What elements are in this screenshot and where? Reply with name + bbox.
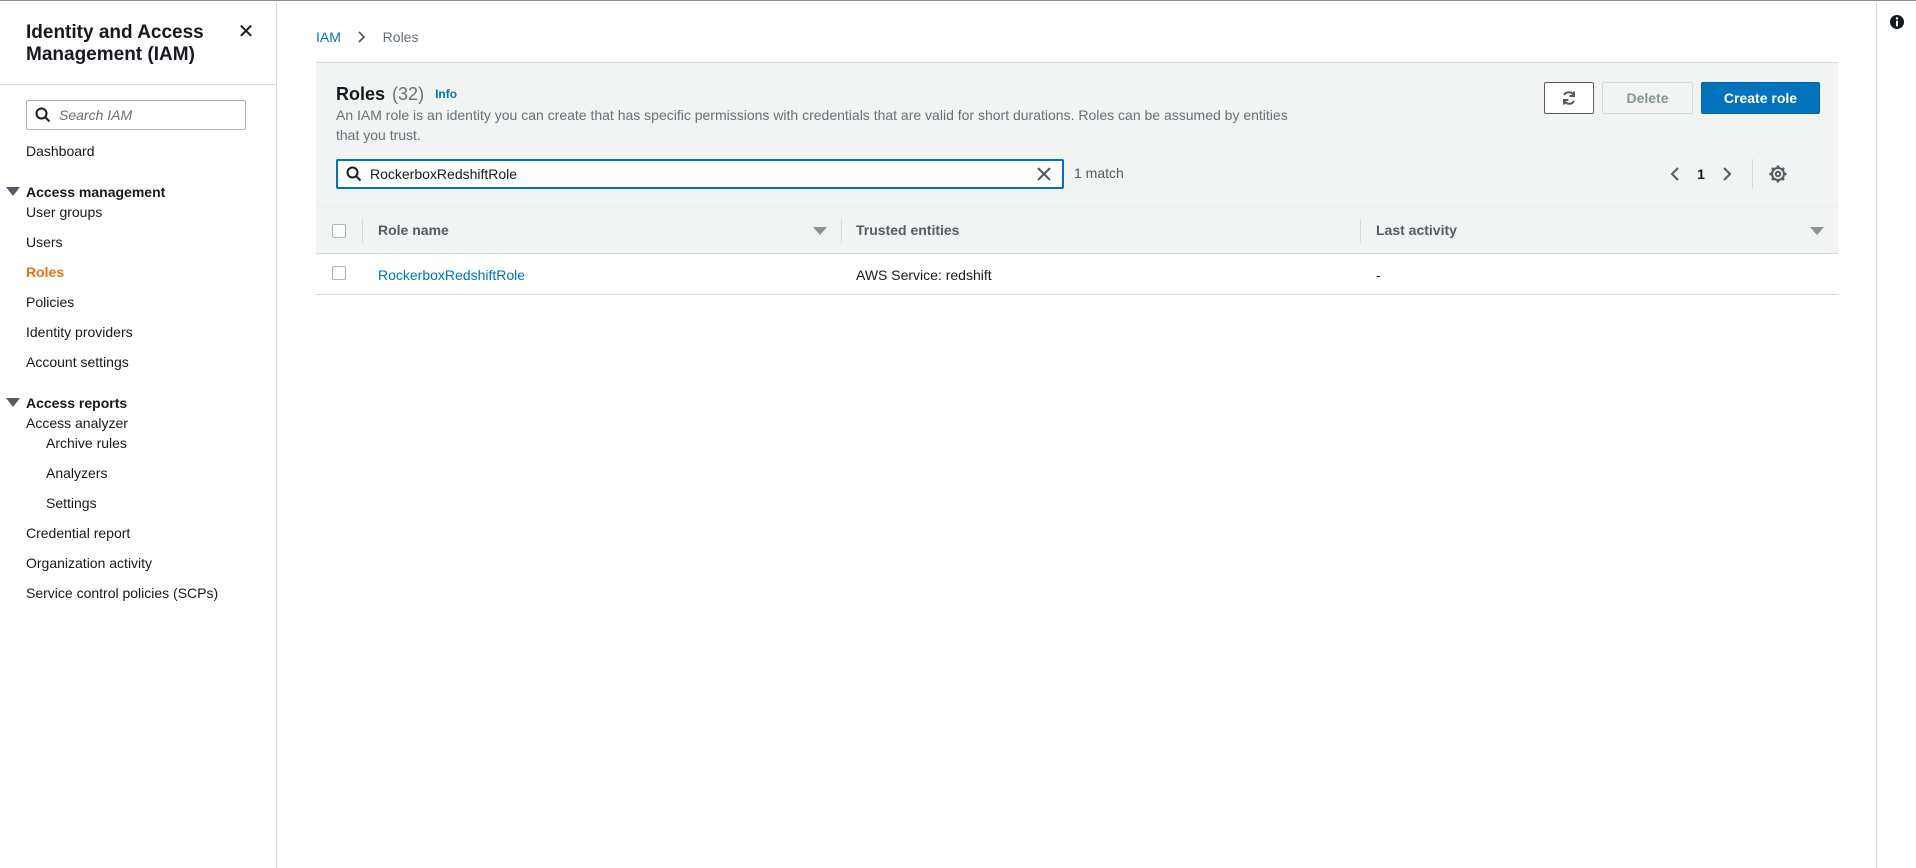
- sidebar: Identity and Access Management (IAM) ✕ D…: [0, 2, 277, 868]
- create-role-button[interactable]: Create role: [1701, 82, 1820, 114]
- divider: [1752, 159, 1753, 189]
- sidebar-item-archive-rules[interactable]: Archive rules: [46, 434, 127, 452]
- column-header-trusted-entities[interactable]: Trusted entities: [856, 221, 959, 239]
- sidebar-search-input[interactable]: [59, 105, 239, 125]
- roles-title-text: Roles: [336, 84, 386, 104]
- sidebar-divider: [0, 84, 277, 85]
- sidebar-section-label: Access reports: [26, 395, 128, 411]
- chevron-right-icon[interactable]: [1720, 164, 1734, 184]
- search-icon: [35, 107, 51, 123]
- table-header: Role name Trusted entities Last activity: [316, 206, 1838, 254]
- roles-header-panel: Roles (32) Info An IAM role is an identi…: [316, 63, 1838, 206]
- sidebar-item-analyzers[interactable]: Analyzers: [46, 464, 107, 482]
- search-icon: [346, 166, 362, 182]
- column-header-role-name[interactable]: Role name: [378, 221, 449, 239]
- sidebar-section-label: Access management: [26, 184, 166, 200]
- help-panel-rail: [1876, 2, 1916, 868]
- page-number[interactable]: 1: [1693, 164, 1709, 184]
- sidebar-item-settings[interactable]: Settings: [46, 494, 97, 512]
- sidebar-item-organization-activity[interactable]: Organization activity: [26, 554, 152, 572]
- page-title: Roles (32) Info: [336, 83, 457, 105]
- select-all-checkbox[interactable]: [332, 224, 346, 238]
- sidebar-title: Identity and Access Management (IAM): [26, 22, 204, 65]
- roles-count: (32): [392, 84, 425, 104]
- chevron-right-icon: [358, 31, 366, 43]
- roles-description: An IAM role is an identity you can creat…: [336, 107, 1288, 143]
- close-icon[interactable]: ✕: [236, 22, 256, 42]
- sidebar-section-access-reports[interactable]: Access reports: [6, 394, 127, 412]
- roles-filter-input[interactable]: [370, 164, 1020, 184]
- breadcrumb-current: Roles: [382, 29, 419, 45]
- sidebar-section-access-management[interactable]: Access management: [6, 183, 165, 201]
- breadcrumb: IAM Roles: [316, 28, 418, 46]
- table-row: RockerboxRedshiftRole AWS Service: redsh…: [316, 254, 1838, 295]
- gear-icon[interactable]: [1768, 164, 1788, 184]
- sidebar-item-access-analyzer[interactable]: Access analyzer: [26, 414, 128, 432]
- sidebar-item-users[interactable]: Users: [26, 233, 63, 251]
- cell-role-name: RockerboxRedshiftRole: [378, 266, 525, 284]
- caret-down-icon: [6, 398, 20, 407]
- sidebar-item-identity-providers[interactable]: Identity providers: [26, 323, 133, 341]
- row-checkbox[interactable]: [332, 266, 346, 280]
- info-icon[interactable]: [1889, 14, 1905, 30]
- refresh-button[interactable]: [1544, 82, 1594, 114]
- sidebar-item-account-settings[interactable]: Account settings: [26, 353, 129, 371]
- sidebar-item-credential-report[interactable]: Credential report: [26, 524, 130, 542]
- chevron-left-icon[interactable]: [1668, 164, 1682, 184]
- match-count: 1 match: [1074, 165, 1124, 181]
- column-separator: [362, 219, 363, 243]
- role-link[interactable]: RockerboxRedshiftRole: [378, 267, 525, 283]
- cell-trusted-entities: AWS Service: redshift: [856, 267, 992, 283]
- column-separator: [841, 219, 842, 243]
- sort-icon[interactable]: [1810, 227, 1824, 235]
- column-header-last-activity[interactable]: Last activity: [1376, 221, 1457, 239]
- delete-button[interactable]: Delete: [1602, 82, 1693, 114]
- iam-console: Identity and Access Management (IAM) ✕ D…: [0, 0, 1916, 868]
- main-content: IAM Roles Roles (32) Info An IAM role is…: [278, 2, 1876, 868]
- caret-down-icon: [6, 187, 20, 196]
- info-link[interactable]: Info: [435, 87, 457, 101]
- breadcrumb-iam[interactable]: IAM: [316, 29, 341, 45]
- refresh-icon: [1563, 91, 1575, 105]
- clear-icon[interactable]: [1035, 165, 1053, 183]
- sidebar-item-roles[interactable]: Roles: [26, 263, 64, 281]
- sidebar-item-scps[interactable]: Service control policies (SCPs): [26, 584, 218, 602]
- sidebar-item-user-groups[interactable]: User groups: [26, 203, 102, 221]
- sidebar-search: [26, 100, 246, 130]
- sidebar-item-dashboard[interactable]: Dashboard: [26, 142, 95, 160]
- sidebar-item-policies[interactable]: Policies: [26, 293, 74, 311]
- cell-last-activity: -: [1376, 267, 1381, 283]
- sort-icon[interactable]: [813, 227, 827, 235]
- column-separator: [1360, 219, 1361, 243]
- roles-filter: [336, 159, 1064, 189]
